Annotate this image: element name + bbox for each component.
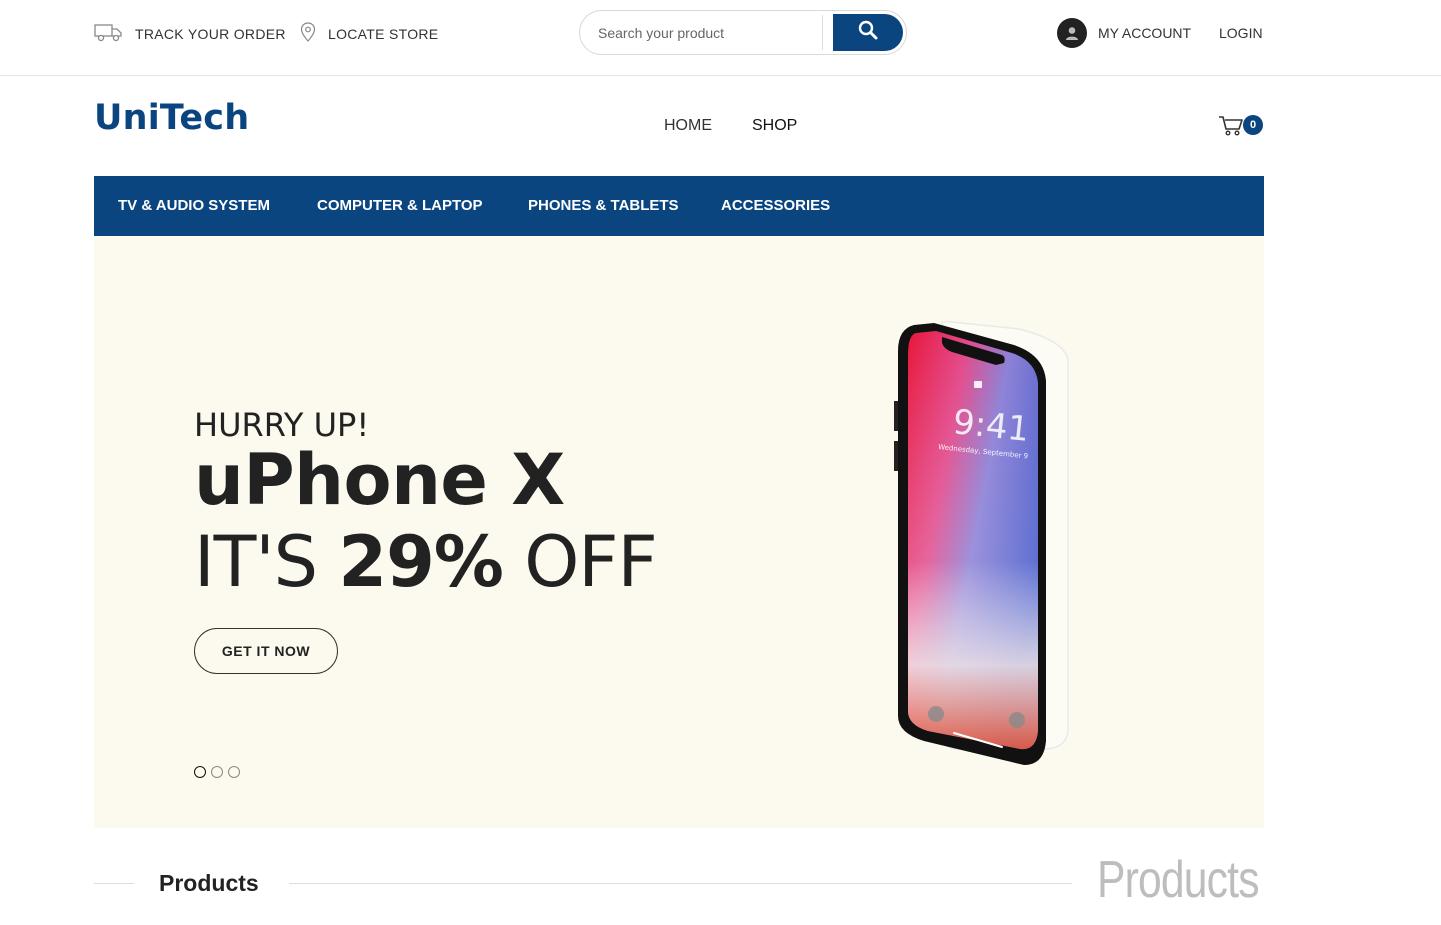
hero-offer: IT'S 29% OFF [194, 521, 658, 603]
section-ghost-title: Products [1097, 851, 1260, 909]
get-it-now-button[interactable]: GET IT NOW [194, 628, 338, 674]
track-order-link[interactable]: TRACK YOUR ORDER [94, 22, 286, 45]
map-pin-icon [300, 22, 328, 45]
site-logo[interactable]: UniTech [94, 98, 249, 138]
hero-offer-prefix: IT'S [194, 521, 318, 603]
search-bar [579, 10, 907, 55]
my-account-link[interactable]: MY ACCOUNT [1057, 18, 1191, 48]
my-account-label: MY ACCOUNT [1098, 25, 1192, 41]
login-link[interactable]: LOGIN [1219, 25, 1263, 41]
nav-shop[interactable]: SHOP [752, 117, 797, 135]
hero-offer-highlight: 29% [338, 521, 504, 603]
search-icon [858, 20, 878, 45]
hero-title: uPhone X [194, 439, 565, 521]
hero-offer-suffix: OFF [524, 521, 658, 603]
search-divider [822, 15, 823, 50]
user-icon [1057, 18, 1087, 48]
truck-icon [94, 22, 135, 45]
search-input[interactable] [598, 22, 818, 44]
category-tv-audio[interactable]: TV & AUDIO SYSTEM [118, 197, 270, 214]
hero-banner: HURRY UP! uPhone X IT'S 29% OFF GET IT N… [94, 236, 1264, 828]
slider-dot-3[interactable] [228, 766, 240, 778]
slider-dot-1[interactable] [194, 766, 206, 778]
locate-store-link[interactable]: LOCATE STORE [300, 22, 438, 45]
category-phones-tablets[interactable]: PHONES & TABLETS [528, 197, 679, 214]
section-divider-right [289, 883, 1072, 884]
cart-button[interactable]: 0 [1218, 114, 1266, 138]
phone-product-image: 9:41 Wednesday, September 9 [894, 320, 1074, 776]
category-nav: TV & AUDIO SYSTEM COMPUTER & LAPTOP PHON… [94, 176, 1264, 236]
section-title: Products [159, 870, 259, 896]
search-button[interactable] [833, 14, 903, 51]
slider-dots [194, 766, 240, 778]
top-bar: TRACK YOUR ORDER LOCATE STORE Search you… [0, 0, 1441, 76]
category-computer-laptop[interactable]: COMPUTER & LAPTOP [317, 197, 483, 214]
slider-dot-2[interactable] [211, 766, 223, 778]
section-divider-left [94, 883, 134, 884]
category-accessories[interactable]: ACCESSORIES [721, 197, 830, 214]
phone-time: 9:41 [951, 402, 1031, 450]
track-order-label: TRACK YOUR ORDER [135, 25, 286, 42]
cart-count-badge: 0 [1243, 115, 1263, 135]
locate-store-label: LOCATE STORE [328, 25, 439, 42]
nav-home[interactable]: HOME [664, 117, 712, 135]
